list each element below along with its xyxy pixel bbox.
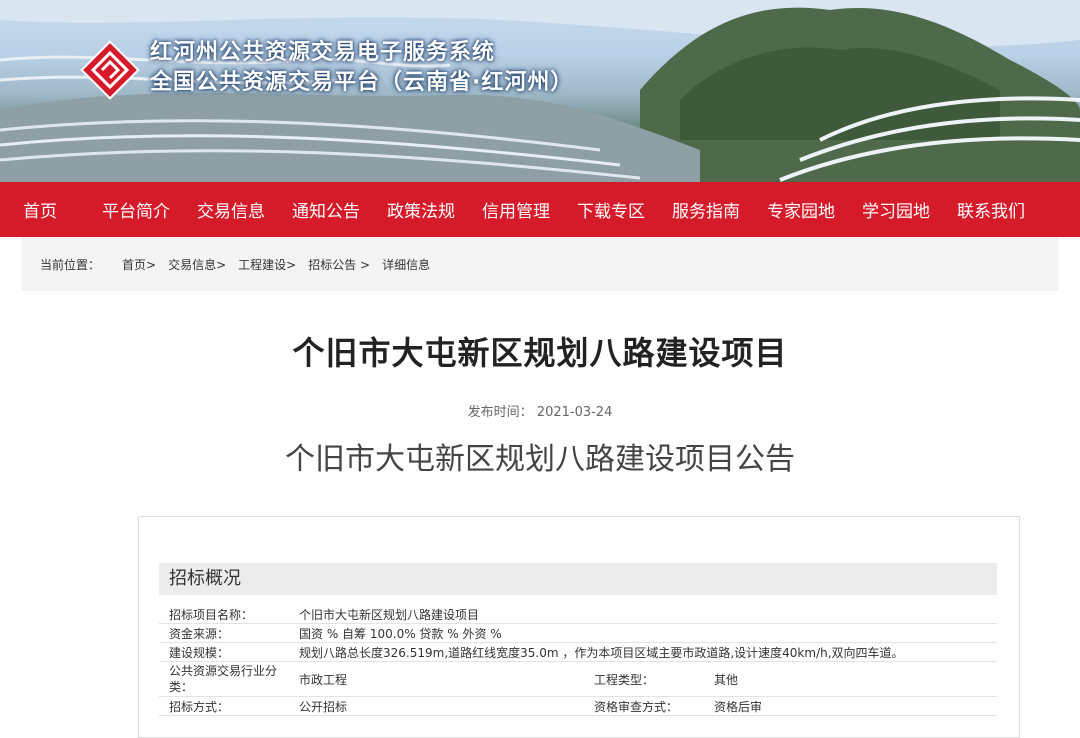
table-row: 资金来源： 国资 % 自筹 100.0% 贷款 % 外资 %: [159, 623, 997, 643]
row-value: 公开招标: [289, 696, 584, 716]
publish-time-label: 发布时间：: [467, 405, 533, 420]
row-label: 招标项目名称：: [159, 605, 289, 624]
table-row: 招标项目名称： 个旧市大屯新区规划八路建设项目: [159, 605, 997, 624]
nav-item-credit[interactable]: 信用管理: [482, 197, 550, 222]
site-title-line2: 全国公共资源交易平台（云南省·红河州）: [150, 70, 574, 95]
row-label: 建设规模：: [159, 642, 289, 662]
breadcrumb-detail: 详细信息: [382, 257, 431, 272]
row-value: 规划八路总长度326.519m,道路红线宽度35.0m ，作为本项目区域主要市政…: [289, 642, 997, 662]
publish-time-value: 2021-03-24: [536, 405, 613, 420]
nav-item-service-guide[interactable]: 服务指南: [672, 197, 740, 222]
nav-item-trading-info[interactable]: 交易信息: [197, 197, 265, 222]
section-heading: 招标概况: [159, 563, 997, 595]
notice-title: 个旧市大屯新区规划八路建设项目公告: [285, 442, 795, 477]
nav-item-notices[interactable]: 通知公告: [292, 197, 360, 222]
breadcrumb-home[interactable]: 首页>: [122, 256, 156, 273]
table-row: 招标方式： 公开招标 资格审查方式： 资格后审: [159, 696, 997, 716]
row-label-2: 资格审查方式：: [584, 696, 704, 716]
breadcrumb-trading-info[interactable]: 交易信息>: [168, 256, 226, 273]
site-title-line1: 红河州公共资源交易电子服务系统: [150, 40, 496, 65]
nav-item-downloads[interactable]: 下载专区: [577, 197, 645, 222]
site-title: 红河州公共资源交易电子服务系统 全国公共资源交易平台（云南省·红河州）: [150, 38, 573, 98]
row-value: 个旧市大屯新区规划八路建设项目: [289, 605, 997, 624]
nav-item-policies[interactable]: 政策法规: [387, 197, 455, 222]
row-value-2: 其他: [704, 661, 997, 697]
notice-content-box: 招标概况 招标项目名称： 个旧市大屯新区规划八路建设项目 资金来源： 国资 % …: [138, 516, 1020, 738]
main-nav: 首页 平台简介 交易信息 通知公告 政策法规 信用管理 下载专区 服务指南 专家…: [0, 182, 1080, 237]
page-title: 个旧市大屯新区规划八路建设项目: [292, 334, 788, 372]
breadcrumb-engineering[interactable]: 工程建设>: [238, 256, 296, 273]
row-value: 国资 % 自筹 100.0% 贷款 % 外资 %: [289, 623, 997, 643]
row-label-2: 工程类型：: [584, 661, 704, 697]
row-label: 招标方式：: [159, 696, 289, 716]
table-row: 公共资源交易行业分类： 市政工程 工程类型： 其他: [159, 661, 997, 697]
nav-item-home[interactable]: 首页: [23, 197, 57, 222]
row-value-2: 资格后审: [704, 696, 997, 716]
breadcrumb-tender-notice[interactable]: 招标公告 >: [308, 256, 370, 273]
logo-icon: [80, 40, 140, 100]
nav-item-about[interactable]: 平台简介: [102, 197, 170, 222]
breadcrumb: 当前位置： 首页> 交易信息> 工程建设> 招标公告 > 详细信息: [21, 237, 1059, 291]
nav-item-contact[interactable]: 联系我们: [957, 197, 1025, 222]
nav-item-learning[interactable]: 学习园地: [862, 197, 930, 222]
overview-table: 招标项目名称： 个旧市大屯新区规划八路建设项目 资金来源： 国资 % 自筹 10…: [159, 605, 997, 716]
publish-time: 发布时间： 2021-03-24: [0, 401, 1080, 420]
breadcrumb-prefix: 当前位置：: [40, 257, 101, 272]
row-label: 公共资源交易行业分类：: [159, 661, 289, 697]
article: 个旧市大屯新区规划八路建设项目 发布时间： 2021-03-24 个旧市大屯新区…: [0, 328, 1080, 738]
header-banner: 红河州公共资源交易电子服务系统 全国公共资源交易平台（云南省·红河州）: [0, 0, 1080, 182]
table-row: 建设规模： 规划八路总长度326.519m,道路红线宽度35.0m ，作为本项目…: [159, 642, 997, 662]
row-value: 市政工程: [289, 661, 584, 697]
row-label: 资金来源：: [159, 623, 289, 643]
nav-item-experts[interactable]: 专家园地: [767, 197, 835, 222]
